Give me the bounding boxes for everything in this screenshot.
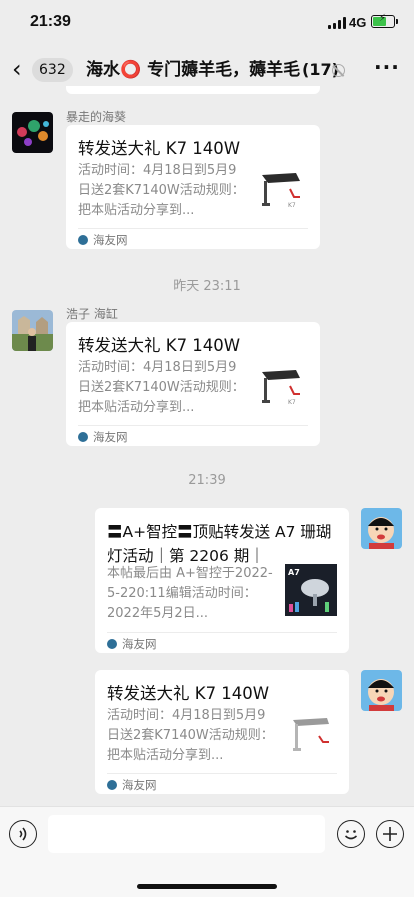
status-time: 21:39 xyxy=(30,13,71,30)
network-type: 4G xyxy=(349,15,367,30)
source-logo-icon xyxy=(78,432,88,442)
card-title: 转发送大礼 K7 140W xyxy=(78,139,241,158)
svg-text:K7: K7 xyxy=(288,399,296,406)
plus-icon[interactable] xyxy=(376,820,404,848)
link-card[interactable]: 转发送大礼 K7 140W 活动时间：4月18日到5月9日送2套K7140W活动… xyxy=(66,322,320,446)
avatar[interactable] xyxy=(361,508,402,549)
avatar[interactable] xyxy=(12,112,53,153)
message-input[interactable] xyxy=(48,815,325,853)
card-thumbnail xyxy=(285,712,337,764)
card-divider xyxy=(78,228,308,229)
card-description: 活动时间：4月18日到5月9日送2套K7140W活动规则：把本贴活动分享到... xyxy=(107,708,274,763)
message-timestamp: 21:39 xyxy=(188,473,226,488)
card-description: 活动时间：4月18日到5月9日送2套K7140W活动规则：把本贴活动分享到... xyxy=(78,163,245,218)
more-dots-icon[interactable]: ··· xyxy=(374,55,400,79)
avatar[interactable] xyxy=(361,670,402,711)
sender-name: 暴走的海葵 xyxy=(66,110,127,124)
link-card[interactable]: 转发送大礼 K7 140W 活动时间：4月18日到5月9日送2套K7140W活动… xyxy=(66,125,320,249)
svg-text:A7: A7 xyxy=(288,568,300,577)
chat-header: ‹ 632 海水⭕ 专门薅羊毛，薅羊毛群 (17) ··· xyxy=(0,52,414,90)
previous-message-fragment xyxy=(66,86,320,94)
source-logo-icon xyxy=(78,235,88,245)
card-source: 海友网 xyxy=(78,429,128,445)
card-title: 转发送大礼 K7 140W xyxy=(107,684,270,703)
unread-count-badge[interactable]: 632 xyxy=(32,58,73,82)
card-title: 转发送大礼 K7 140W xyxy=(78,336,241,355)
home-indicator xyxy=(137,884,277,889)
source-logo-icon xyxy=(107,780,117,790)
chat-title[interactable]: 海水⭕ 专门薅羊毛，薅羊毛群 xyxy=(86,58,332,82)
battery-icon: ⚡ xyxy=(371,13,398,28)
voice-icon[interactable] xyxy=(9,820,37,848)
signal-icon xyxy=(328,17,346,29)
card-description: 本帖最后由 A+智控于2022-5-220:11编辑活动时间：2022年5月2日… xyxy=(107,566,273,621)
card-divider xyxy=(107,632,337,633)
status-bar: 21:39 4G ⚡ xyxy=(0,0,414,44)
chevron-left-icon[interactable]: ‹ xyxy=(12,56,22,82)
card-title: 〓A+智控〓顶贴转发送 A7 珊瑚灯活动｜第 2206 期｜ xyxy=(107,523,332,565)
bell-slash-icon xyxy=(332,64,345,77)
svg-text:K7: K7 xyxy=(288,202,296,209)
card-divider xyxy=(78,425,308,426)
card-thumbnail: K7 xyxy=(256,167,308,219)
card-description: 活动时间：4月18日到5月9日送2套K7140W活动规则：把本贴活动分享到... xyxy=(78,360,245,415)
source-logo-icon xyxy=(107,639,117,649)
emoji-icon[interactable] xyxy=(337,820,365,848)
card-source: 海友网 xyxy=(107,636,157,652)
sender-name: 浩子 海缸 xyxy=(66,307,118,321)
card-divider xyxy=(107,773,337,774)
link-card[interactable]: 转发送大礼 K7 140W 活动时间：4月18日到5月9日送2套K7140W活动… xyxy=(95,670,349,794)
link-card[interactable]: 〓A+智控〓顶贴转发送 A7 珊瑚灯活动｜第 2206 期｜ 本帖最后由 A+智… xyxy=(95,508,349,653)
card-thumbnail: K7 xyxy=(256,364,308,416)
card-source: 海友网 xyxy=(107,777,157,793)
avatar[interactable] xyxy=(12,310,53,351)
card-thumbnail: A7 xyxy=(285,564,337,616)
card-source: 海友网 xyxy=(78,232,128,248)
message-timestamp: 昨天 23:11 xyxy=(173,279,241,294)
